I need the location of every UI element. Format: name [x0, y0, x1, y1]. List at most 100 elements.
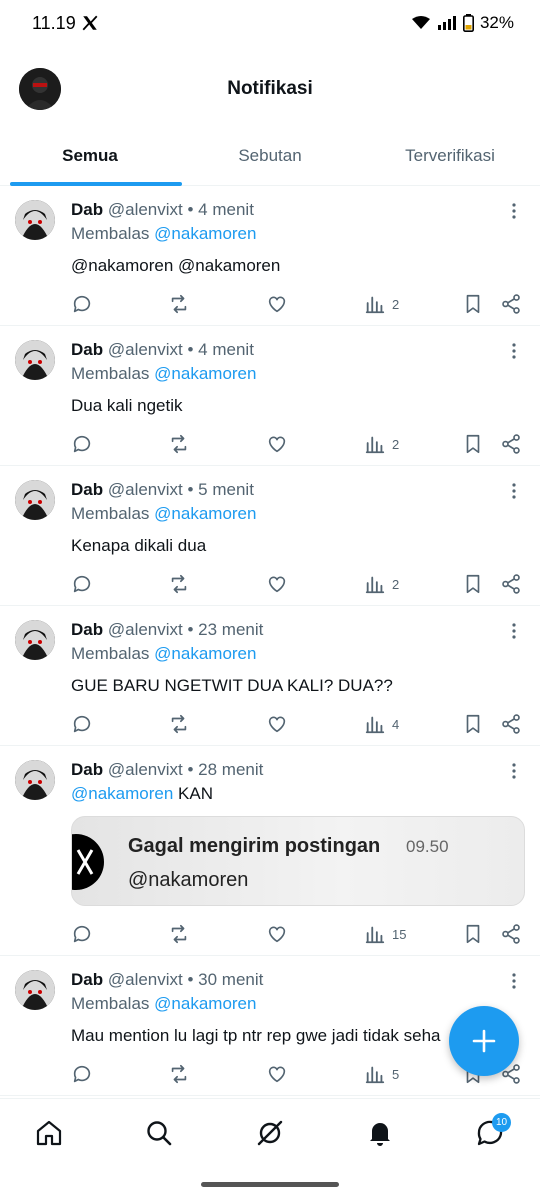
reply-context: Membalas @nakamoren: [71, 504, 256, 524]
battery-icon: [462, 14, 474, 32]
like-button[interactable]: [266, 921, 288, 947]
nav-notifications[interactable]: [364, 1117, 396, 1149]
card-title: Gagal mengirim postingan: [128, 835, 381, 857]
share-button[interactable]: [500, 711, 522, 737]
plus-icon: [472, 1029, 496, 1053]
avatar[interactable]: [15, 340, 55, 380]
reply-button[interactable]: [71, 431, 93, 457]
post-text[interactable]: @nakamoren @nakamoren: [71, 256, 471, 276]
more-icon[interactable]: [506, 622, 522, 640]
attached-image-card[interactable]: Gagal mengirim postingan 09.50 @nakamore…: [71, 816, 525, 906]
retweet-button[interactable]: [168, 711, 190, 737]
bookmark-button[interactable]: [462, 291, 484, 317]
post-time: • 28 menit: [187, 760, 264, 779]
post-text[interactable]: GUE BARU NGETWIT DUA KALI? DUA??: [71, 676, 471, 696]
reply-prefix: Membalas: [71, 994, 150, 1013]
like-button[interactable]: [266, 431, 288, 457]
bookmark-button[interactable]: [462, 711, 484, 737]
tab-semua[interactable]: Semua: [0, 128, 180, 185]
retweet-button[interactable]: [168, 1061, 190, 1087]
like-button[interactable]: [266, 291, 288, 317]
page-title: Notifikasi: [227, 78, 313, 99]
author-name[interactable]: Dab: [71, 760, 103, 779]
nav-search[interactable]: [143, 1117, 175, 1149]
retweet-button[interactable]: [168, 431, 190, 457]
reply-mention[interactable]: @nakamoren: [154, 994, 256, 1013]
nav-grok[interactable]: [254, 1117, 286, 1149]
like-button[interactable]: [266, 711, 288, 737]
tab-sebutan[interactable]: Sebutan: [180, 128, 360, 185]
bookmark-button[interactable]: [462, 921, 484, 947]
reply-button[interactable]: [71, 1061, 93, 1087]
like-icon: [268, 1066, 286, 1083]
more-icon[interactable]: [506, 972, 522, 990]
notification-item[interactable]: Dab @alenvixt • 5 menit Membalas @nakamo…: [0, 466, 540, 606]
post-meta: Dab @alenvixt • 23 menit: [71, 620, 263, 640]
bookmark-icon: [466, 574, 480, 594]
tab-terverifikasi[interactable]: Terverifikasi: [360, 128, 540, 185]
notification-item[interactable]: Dab @alenvixt • 4 menit Membalas @nakamo…: [0, 326, 540, 466]
avatar[interactable]: [15, 760, 55, 800]
reply-icon: [73, 925, 91, 943]
reply-icon: [73, 715, 91, 733]
more-icon[interactable]: [506, 482, 522, 500]
more-icon[interactable]: [506, 202, 522, 220]
nav-home[interactable]: [33, 1117, 65, 1149]
post-time: • 5 menit: [187, 480, 254, 499]
author-name[interactable]: Dab: [71, 620, 103, 639]
notification-item[interactable]: Dab @alenvixt • 23 menit Membalas @nakam…: [0, 606, 540, 746]
author-name[interactable]: Dab: [71, 480, 103, 499]
share-button[interactable]: [500, 431, 522, 457]
share-icon: [502, 924, 520, 944]
views-icon: [365, 436, 385, 454]
reply-mention[interactable]: @nakamoren: [154, 224, 256, 243]
views-button[interactable]: 5: [364, 1061, 399, 1087]
post-mention[interactable]: @nakamoren: [71, 784, 173, 803]
reply-mention[interactable]: @nakamoren: [154, 644, 256, 663]
like-button[interactable]: [266, 571, 288, 597]
bookmark-button[interactable]: [462, 431, 484, 457]
avatar[interactable]: [15, 200, 55, 240]
tab-label: Terverifikasi: [405, 146, 495, 165]
views-button[interactable]: 4: [364, 711, 399, 737]
avatar[interactable]: [15, 620, 55, 660]
post-meta: Dab @alenvixt • 5 menit: [71, 480, 254, 500]
more-icon[interactable]: [506, 762, 522, 780]
share-button[interactable]: [500, 291, 522, 317]
share-button[interactable]: [500, 921, 522, 947]
views-button[interactable]: 2: [364, 571, 399, 597]
retweet-button[interactable]: [168, 921, 190, 947]
reply-button[interactable]: [71, 711, 93, 737]
reply-mention[interactable]: @nakamoren: [154, 364, 256, 383]
author-name[interactable]: Dab: [71, 970, 103, 989]
author-name[interactable]: Dab: [71, 200, 103, 219]
post-text[interactable]: Kenapa dikali dua: [71, 536, 471, 556]
notification-item[interactable]: Dab @alenvixt • 28 menit @nakamoren KAN …: [0, 746, 540, 956]
avatar[interactable]: [15, 480, 55, 520]
bookmark-button[interactable]: [462, 571, 484, 597]
share-button[interactable]: [500, 571, 522, 597]
reply-mention[interactable]: @nakamoren: [154, 504, 256, 523]
notification-item[interactable]: Dab @alenvixt • 4 menit Membalas @nakamo…: [0, 186, 540, 326]
reply-button[interactable]: [71, 921, 93, 947]
compose-button[interactable]: [449, 1006, 519, 1076]
views-button[interactable]: 15: [364, 921, 406, 947]
post-time: • 4 menit: [187, 340, 254, 359]
bookmark-icon: [466, 434, 480, 454]
view-count: 15: [392, 926, 407, 942]
reply-button[interactable]: [71, 291, 93, 317]
post-text[interactable]: Dua kali ngetik: [71, 396, 471, 416]
reply-button[interactable]: [71, 571, 93, 597]
views-button[interactable]: 2: [364, 291, 399, 317]
views-button[interactable]: 2: [364, 431, 399, 457]
more-icon[interactable]: [506, 342, 522, 360]
post-text[interactable]: Mau mention lu lagi tp ntr rep gwe jadi …: [71, 1026, 471, 1046]
like-button[interactable]: [266, 1061, 288, 1087]
home-indicator[interactable]: [201, 1182, 339, 1187]
post-text[interactable]: @nakamoren KAN: [71, 784, 213, 804]
wifi-icon: [411, 16, 430, 29]
retweet-button[interactable]: [168, 291, 190, 317]
avatar[interactable]: [15, 970, 55, 1010]
author-name[interactable]: Dab: [71, 340, 103, 359]
retweet-button[interactable]: [168, 571, 190, 597]
